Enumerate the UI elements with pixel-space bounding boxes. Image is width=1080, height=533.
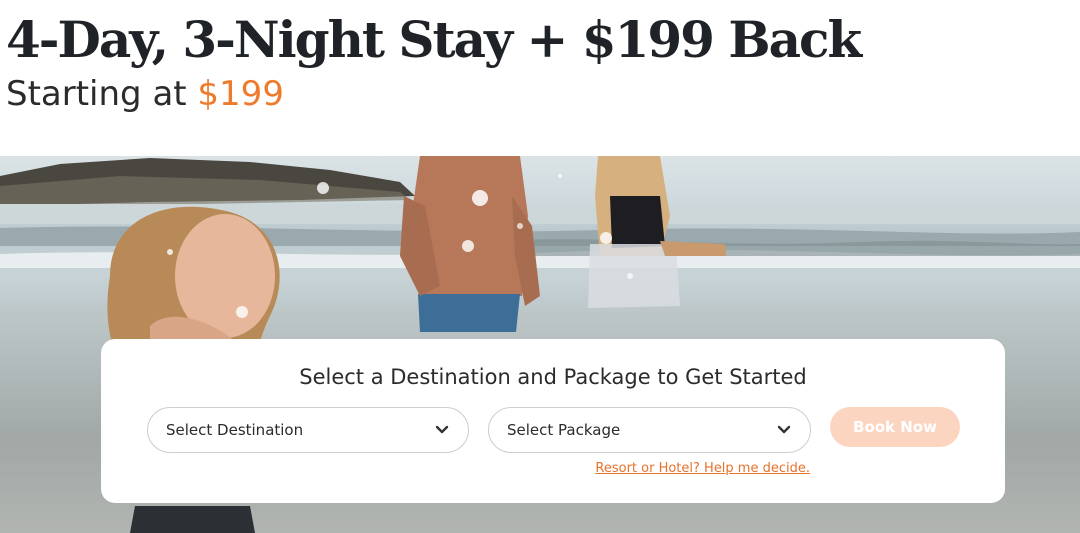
booking-panel: Select a Destination and Package to Get … bbox=[101, 339, 1005, 503]
page-headline: 4-Day, 3-Night Stay + $199 Back bbox=[6, 10, 862, 69]
package-select-label: Select Package bbox=[507, 421, 621, 439]
starting-at-label: Starting at bbox=[6, 74, 198, 114]
starting-price: $199 bbox=[197, 74, 284, 114]
chevron-down-icon bbox=[776, 422, 792, 438]
package-select[interactable]: Select Package bbox=[488, 407, 811, 453]
chevron-down-icon bbox=[434, 422, 450, 438]
book-now-button[interactable]: Book Now bbox=[830, 407, 960, 447]
starting-price-subhead: Starting at $199 bbox=[6, 72, 284, 116]
booking-panel-title: Select a Destination and Package to Get … bbox=[299, 365, 807, 389]
help-me-decide-link[interactable]: Resort or Hotel? Help me decide. bbox=[595, 461, 810, 476]
destination-select[interactable]: Select Destination bbox=[147, 407, 469, 453]
destination-select-label: Select Destination bbox=[166, 421, 304, 439]
